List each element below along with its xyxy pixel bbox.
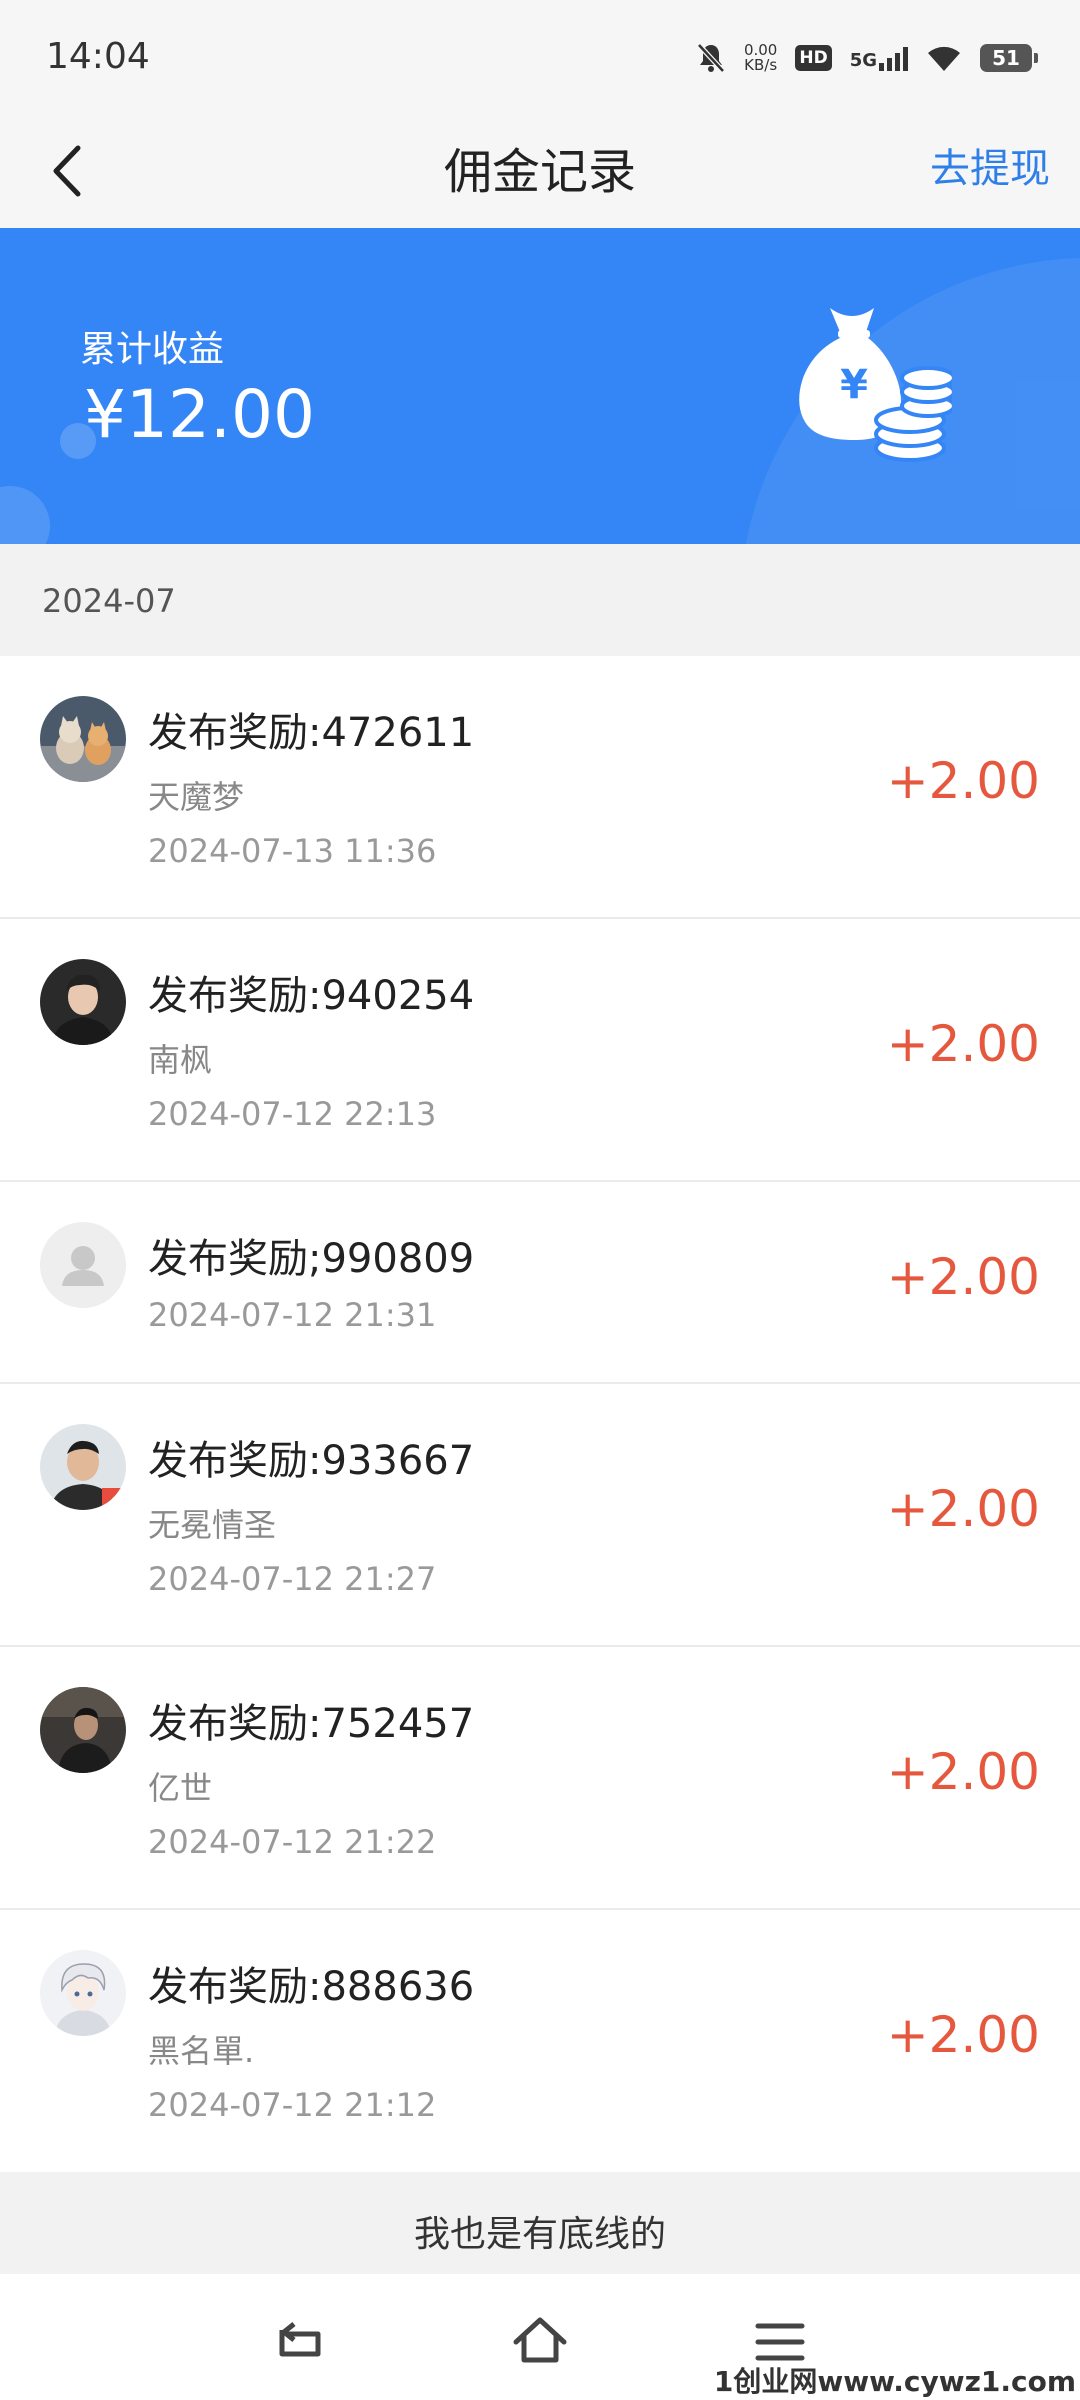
- anime-avatar-icon: [40, 1950, 126, 2036]
- system-nav-bar: 1创业网www.cywz1.com: [0, 2274, 1080, 2400]
- signal-bars-icon: [879, 45, 908, 71]
- withdraw-link[interactable]: 去提现: [930, 136, 1050, 194]
- list-item[interactable]: 发布奖励:940254 南枫 2024-07-12 22:13 +2.00: [0, 919, 1080, 1182]
- dark-avatar-icon: [40, 1687, 126, 1773]
- record-user: 亿世: [148, 1769, 213, 1807]
- record-title: 发布奖励:752457: [148, 1701, 475, 1747]
- net-speed: 0.00 KB/s: [744, 43, 777, 73]
- total-earnings-amount: ¥12.00: [84, 376, 315, 453]
- earnings-banner: 累计收益 ¥12.00 ¥: [0, 228, 1080, 544]
- record-date: 2024-07-13 11:36: [148, 832, 437, 870]
- record-amount: +2.00: [886, 1480, 1040, 1538]
- status-icons: 0.00 KB/s HD 5G 51: [696, 38, 1038, 78]
- record-amount: +2.00: [886, 752, 1040, 810]
- signal-5g: 5G: [850, 45, 908, 71]
- man-avatar-icon: [40, 1424, 126, 1510]
- month-label: 2024-07: [42, 582, 176, 620]
- svg-text:¥: ¥: [840, 362, 868, 408]
- list-item[interactable]: 发布奖励:752457 亿世 2024-07-12 21:22 +2.00: [0, 1647, 1080, 1910]
- avatar: [40, 959, 126, 1045]
- commission-list: 发布奖励:472611 天魔梦 2024-07-13 11:36 +2.00 发…: [0, 656, 1080, 2173]
- record-amount: +2.00: [886, 1743, 1040, 1801]
- home-icon: [513, 2317, 567, 2363]
- record-amount: +2.00: [886, 2006, 1040, 2064]
- avatar: [40, 1222, 126, 1308]
- record-title: 发布奖励:940254: [148, 973, 475, 1019]
- record-title: 发布奖励:888636: [148, 1964, 475, 2010]
- list-item[interactable]: 发布奖励;990809 2024-07-12 21:31 +2.00: [0, 1182, 1080, 1384]
- record-date: 2024-07-12 21:27: [148, 1560, 437, 1598]
- avatar: [40, 1950, 126, 2036]
- header-bar: 佣金记录 去提现: [0, 112, 1080, 228]
- page-title: 佣金记录: [443, 144, 636, 200]
- banner-decoration: [0, 486, 50, 544]
- record-user: 南枫: [148, 1041, 213, 1079]
- nav-back-button[interactable]: [270, 2312, 330, 2372]
- battery-icon: 51: [980, 44, 1038, 72]
- money-bag-icon: ¥: [799, 308, 952, 462]
- record-title: 发布奖励:472611: [148, 710, 475, 756]
- record-date: 2024-07-12 21:12: [148, 2086, 437, 2124]
- record-title: 发布奖励;990809: [148, 1236, 475, 1282]
- record-amount: +2.00: [886, 1248, 1040, 1306]
- record-date: 2024-07-12 21:31: [148, 1296, 437, 1334]
- month-header: 2024-07: [0, 544, 1080, 656]
- list-item[interactable]: 发布奖励:933667 无冕情圣 2024-07-12 21:27 +2.00: [0, 1384, 1080, 1647]
- record-user: 无冕情圣: [148, 1506, 277, 1544]
- hd-badge: HD: [795, 45, 832, 71]
- status-time: 14:04: [46, 36, 150, 77]
- record-date: 2024-07-12 21:22: [148, 1823, 437, 1861]
- cats-avatar-icon: [40, 696, 126, 782]
- avatar: [40, 696, 126, 782]
- mute-bell-icon: [697, 43, 725, 73]
- list-item[interactable]: 发布奖励:472611 天魔梦 2024-07-13 11:36 +2.00: [0, 656, 1080, 919]
- list-item[interactable]: 发布奖励:888636 黑名單. 2024-07-12 21:12 +2.00: [0, 1910, 1080, 2173]
- avatar: [40, 1424, 126, 1510]
- wifi-icon: [928, 46, 960, 71]
- record-user: 黑名單.: [148, 2032, 255, 2070]
- man-avatar-icon: [40, 959, 126, 1045]
- return-icon: [279, 2322, 321, 2357]
- watermark: 1创业网www.cywz1.com: [713, 2365, 1076, 2398]
- record-user: 天魔梦: [148, 778, 245, 816]
- record-date: 2024-07-12 22:13: [148, 1095, 437, 1133]
- end-of-list-note: 我也是有底线的: [0, 2172, 1080, 2274]
- status-bar: 14:04 0.00 KB/s HD 5G 51: [0, 0, 1080, 112]
- network-type: 5G: [849, 50, 877, 71]
- avatar: [40, 1687, 126, 1773]
- nav-home-button[interactable]: [510, 2312, 570, 2372]
- default-avatar-icon: [40, 1222, 126, 1308]
- record-title: 发布奖励:933667: [148, 1438, 475, 1484]
- record-amount: +2.00: [886, 1015, 1040, 1073]
- total-earnings-label: 累计收益: [80, 329, 225, 370]
- net-speed-unit: KB/s: [744, 56, 778, 74]
